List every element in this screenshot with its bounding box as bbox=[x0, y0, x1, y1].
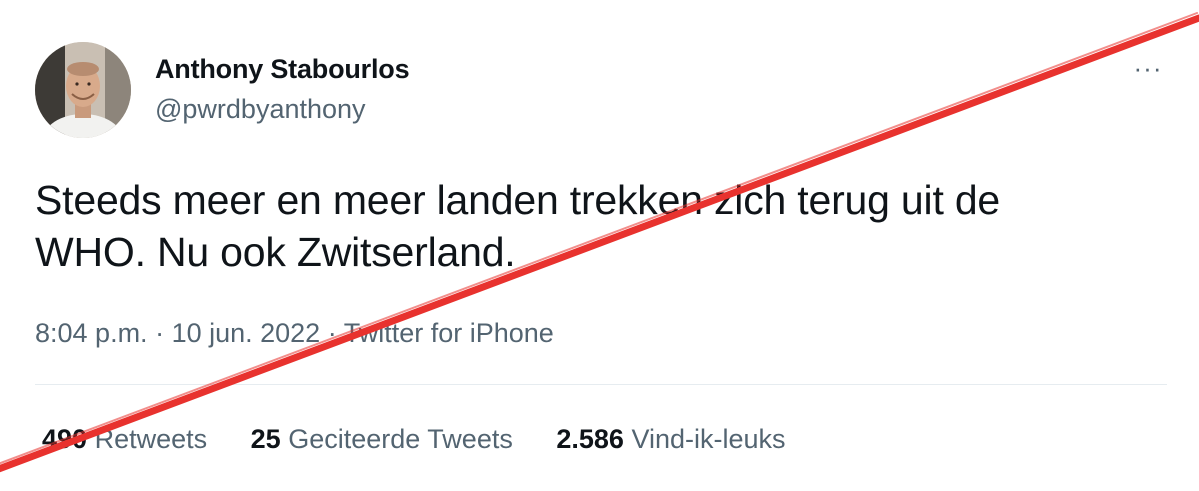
display-name[interactable]: Anthony Stabourlos bbox=[155, 53, 410, 85]
tweet-stats: 490 Retweets 25 Geciteerde Tweets 2.586 … bbox=[42, 421, 822, 457]
avatar-image bbox=[35, 42, 131, 138]
avatar[interactable] bbox=[35, 42, 131, 138]
tweet-text: Steeds meer en meer landen trekken zich … bbox=[35, 177, 1001, 275]
divider bbox=[35, 384, 1167, 385]
likes-label: Vind-ik-leuks bbox=[631, 424, 786, 454]
tweet-card: Anthony Stabourlos @pwrdbyanthony ··· St… bbox=[0, 0, 1199, 491]
meta-separator: · bbox=[147, 318, 172, 348]
quotes-label: Geciteerde Tweets bbox=[288, 424, 513, 454]
retweets-count: 490 bbox=[42, 424, 88, 454]
retweets-stat[interactable]: 490 Retweets bbox=[42, 421, 207, 457]
tweet-meta: 8:04 p.m. · 10 jun. 2022 · Twitter for i… bbox=[35, 315, 554, 351]
likes-count: 2.586 bbox=[556, 424, 624, 454]
tweet-date[interactable]: 10 jun. 2022 bbox=[172, 318, 321, 348]
user-handle[interactable]: @pwrdbyanthony bbox=[155, 93, 366, 125]
retweets-label: Retweets bbox=[94, 424, 208, 454]
more-options-icon[interactable]: ··· bbox=[1128, 52, 1168, 84]
tweet-source[interactable]: Twitter for iPhone bbox=[344, 318, 554, 348]
likes-stat[interactable]: 2.586 Vind-ik-leuks bbox=[556, 421, 785, 457]
tweet-time[interactable]: 8:04 p.m. bbox=[35, 318, 148, 348]
quotes-stat[interactable]: 25 Geciteerde Tweets bbox=[251, 421, 513, 457]
quotes-count: 25 bbox=[250, 424, 281, 454]
meta-separator: · bbox=[320, 318, 344, 348]
